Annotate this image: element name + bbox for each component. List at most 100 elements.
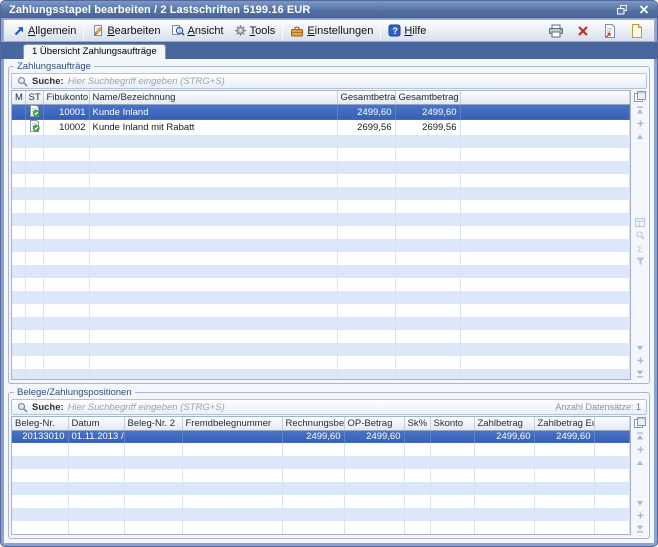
document-new-icon <box>631 24 643 38</box>
payment-orders-grid: MSTFibukontoName/BezeichnungGesamtbetrag… <box>11 90 631 380</box>
column-header[interactable]: Datum <box>68 417 124 430</box>
column-header[interactable]: Fibukonto <box>43 91 89 104</box>
column-chooser-button[interactable] <box>633 416 647 428</box>
payment-orders-search-input[interactable] <box>68 76 641 87</box>
add-row-button[interactable] <box>633 443 647 456</box>
document-ok-icon <box>29 105 40 117</box>
printer-icon <box>548 24 564 38</box>
grid-cell: 2699,56 <box>337 120 395 135</box>
grid-cell-filler <box>460 104 630 120</box>
grid-empty-row <box>12 291 630 304</box>
column-header[interactable]: Name/Bezeichnung <box>89 91 337 104</box>
column-header[interactable]: Sk% <box>404 417 430 430</box>
go-first-icon <box>636 432 644 441</box>
add-row-icon <box>637 357 644 364</box>
dialog-window: Zahlungsstapel bearbeiten / 2 Lastschrif… <box>0 0 658 547</box>
go-last-icon <box>636 524 644 533</box>
print-button[interactable] <box>547 22 565 40</box>
menu-item-bearbeiten[interactable]: Bearbeiten <box>86 22 165 39</box>
gear-icon <box>234 24 247 37</box>
grid-row[interactable]: 10001Kunde Inland2499,602499,60 <box>12 104 630 120</box>
column-header[interactable]: ST <box>25 91 43 104</box>
column-header[interactable]: Skonto <box>430 417 474 430</box>
grid-cell: 2499,60 <box>337 104 395 120</box>
column-header[interactable]: Zahlbetrag <box>474 417 534 430</box>
sum-button[interactable]: Σ <box>633 242 647 255</box>
grid-cell: Kunde Inland <box>89 104 337 120</box>
grid-row[interactable]: 2013301001.11.2013 /Fr2499,602499,602499… <box>12 430 630 443</box>
grid-empty-row <box>12 278 630 291</box>
column-chooser-button[interactable] <box>633 90 647 102</box>
scroll-down-icon <box>636 344 644 352</box>
grid-empty-row <box>12 226 630 239</box>
tab-page: Zahlungsaufträge Suche: MSTFibukontoName… <box>4 59 654 543</box>
go-last-button[interactable] <box>633 522 647 535</box>
column-header[interactable]: Rechnungsbetrag <box>282 417 344 430</box>
grid-row[interactable]: 10002Kunde Inland mit Rabatt2699,562699,… <box>12 120 630 135</box>
column-header[interactable]: Beleg-Nr. 2 <box>124 417 182 430</box>
grid-cell: 2499,60 <box>474 430 534 443</box>
grid-empty-row <box>12 356 630 369</box>
go-first-button[interactable] <box>633 430 647 443</box>
column-header[interactable]: Zahlbetrag Euro <box>534 417 594 430</box>
svg-text:?: ? <box>393 26 399 36</box>
grid-cell <box>12 120 25 135</box>
grid-view-button[interactable] <box>633 216 647 229</box>
restore-button[interactable] <box>615 3 630 16</box>
grid-empty-row <box>12 343 630 356</box>
grid-cell: 20133010 <box>12 430 68 443</box>
filter-icon <box>636 257 645 266</box>
column-header[interactable]: OP-Betrag <box>344 417 404 430</box>
menu-item-einstellungen[interactable]: Einstellungen <box>285 23 378 39</box>
grid-empty-row <box>12 187 630 200</box>
grid-cell <box>182 430 282 443</box>
column-header[interactable]: Fremdbelegnummer <box>182 417 282 430</box>
positions-search-input[interactable] <box>68 402 552 413</box>
go-first-button[interactable] <box>633 104 647 117</box>
positions-side-toolbar <box>631 416 647 535</box>
payment-orders-group: Zahlungsaufträge Suche: MSTFibukontoName… <box>8 61 650 384</box>
go-last-button[interactable] <box>633 367 647 380</box>
svg-text:Σ: Σ <box>637 244 642 253</box>
tab-uebersicht-zahlungsauftraege[interactable]: 1 Übersicht Zahlungsaufträge <box>23 44 166 59</box>
go-first-icon <box>636 106 644 115</box>
close-button[interactable] <box>636 3 651 16</box>
grid-view-icon <box>635 218 645 227</box>
scroll-up-button[interactable] <box>633 130 647 143</box>
menu-separator <box>282 23 283 39</box>
grid-empty-row <box>12 252 630 265</box>
delete-button[interactable] <box>574 22 592 40</box>
scroll-down-button[interactable] <box>633 341 647 354</box>
grid-empty-row <box>12 304 630 317</box>
menu-item-tools[interactable]: Tools <box>229 22 281 39</box>
column-header[interactable]: Gesamtbetrag <box>337 91 395 104</box>
grid-cell: 10002 <box>43 120 89 135</box>
menu-item-hilfe[interactable]: ? Hilfe <box>383 22 431 39</box>
scroll-up-button[interactable] <box>633 456 647 469</box>
scroll-down-button[interactable] <box>633 496 647 509</box>
grid-header-row: Beleg-Nr.DatumBeleg-Nr. 2Fremdbelegnumme… <box>12 417 630 430</box>
search-label: Suche: <box>32 402 64 413</box>
column-header[interactable]: Beleg-Nr. <box>12 417 68 430</box>
menu-item-ansicht[interactable]: Ansicht <box>166 22 229 39</box>
preview-button[interactable] <box>633 229 647 242</box>
grid-empty-row <box>12 482 630 495</box>
grid-empty-row <box>12 469 630 482</box>
payment-orders-search-bar: Suche: <box>11 73 647 89</box>
menu-item-allgemein[interactable]: Allgemein <box>8 23 81 39</box>
add-row-button[interactable] <box>633 509 647 522</box>
grid-cell: 2699,56 <box>395 120 460 135</box>
toolbox-icon <box>290 25 304 37</box>
add-row-button[interactable] <box>633 117 647 130</box>
column-header[interactable]: Gesamtbetrag Euro <box>395 91 460 104</box>
filter-button[interactable] <box>633 255 647 268</box>
record-count-value: 1 <box>636 402 641 412</box>
column-header[interactable]: M <box>12 91 25 104</box>
document-ok-icon <box>29 120 40 132</box>
add-row-button[interactable] <box>633 354 647 367</box>
scroll-up-icon <box>636 133 644 141</box>
export-document-button[interactable] <box>601 22 619 40</box>
grid-empty-row <box>12 174 630 187</box>
new-document-button[interactable] <box>628 22 646 40</box>
grid-empty-row <box>12 495 630 508</box>
